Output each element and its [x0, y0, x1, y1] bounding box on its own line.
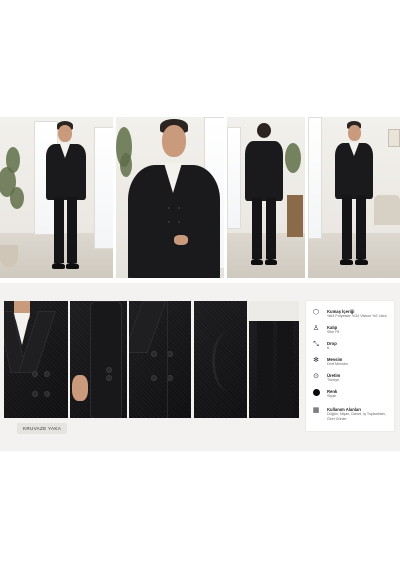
product-photo-front-room[interactable] [308, 117, 400, 278]
detail-trousers[interactable] [249, 301, 299, 418]
spec-value: Türkiye [327, 378, 340, 382]
spec-value: Slim Fit [327, 330, 340, 334]
detail-lapel[interactable] [4, 301, 68, 418]
detail-front-buttons[interactable] [129, 301, 191, 418]
plant-decoration [0, 245, 18, 267]
model-figure [124, 119, 222, 278]
calendar-icon: ▦ [312, 407, 320, 414]
location-icon: ⊙ [313, 373, 319, 380]
spec-value: 6 [327, 346, 330, 350]
hanger-icon: ♙ [312, 325, 320, 332]
spec-value: Düğün, Nişan, Davet, İş Toplantıları, Öz… [327, 412, 386, 421]
model-figure [40, 121, 92, 277]
detail-sleeve-hand[interactable] [70, 301, 127, 418]
spec-value: Dört Mevsim [327, 362, 348, 366]
ruler-icon: ⤡ [313, 341, 319, 348]
season-icon: ✻ [313, 357, 319, 364]
color-dot-icon [312, 389, 320, 397]
product-photo-front-closeup[interactable] [116, 117, 224, 278]
model-figure [330, 121, 378, 271]
product-photo-back[interactable] [227, 117, 305, 278]
detail-fabric-texture[interactable] [194, 301, 247, 418]
spec-value: %64 Polyester %34 Viskon %2 Likra [327, 314, 387, 318]
spec-value: Siyah [327, 394, 337, 398]
model-figure [241, 121, 287, 269]
product-spec-card: ⬡ Kumaş İçeriği %64 Polyester %34 Viskon… [305, 300, 395, 432]
product-photo-front-full[interactable] [0, 117, 113, 278]
fabric-icon: ⬡ [312, 309, 320, 316]
detail-caption-badge: KRUVAZE YAKA [17, 423, 68, 434]
